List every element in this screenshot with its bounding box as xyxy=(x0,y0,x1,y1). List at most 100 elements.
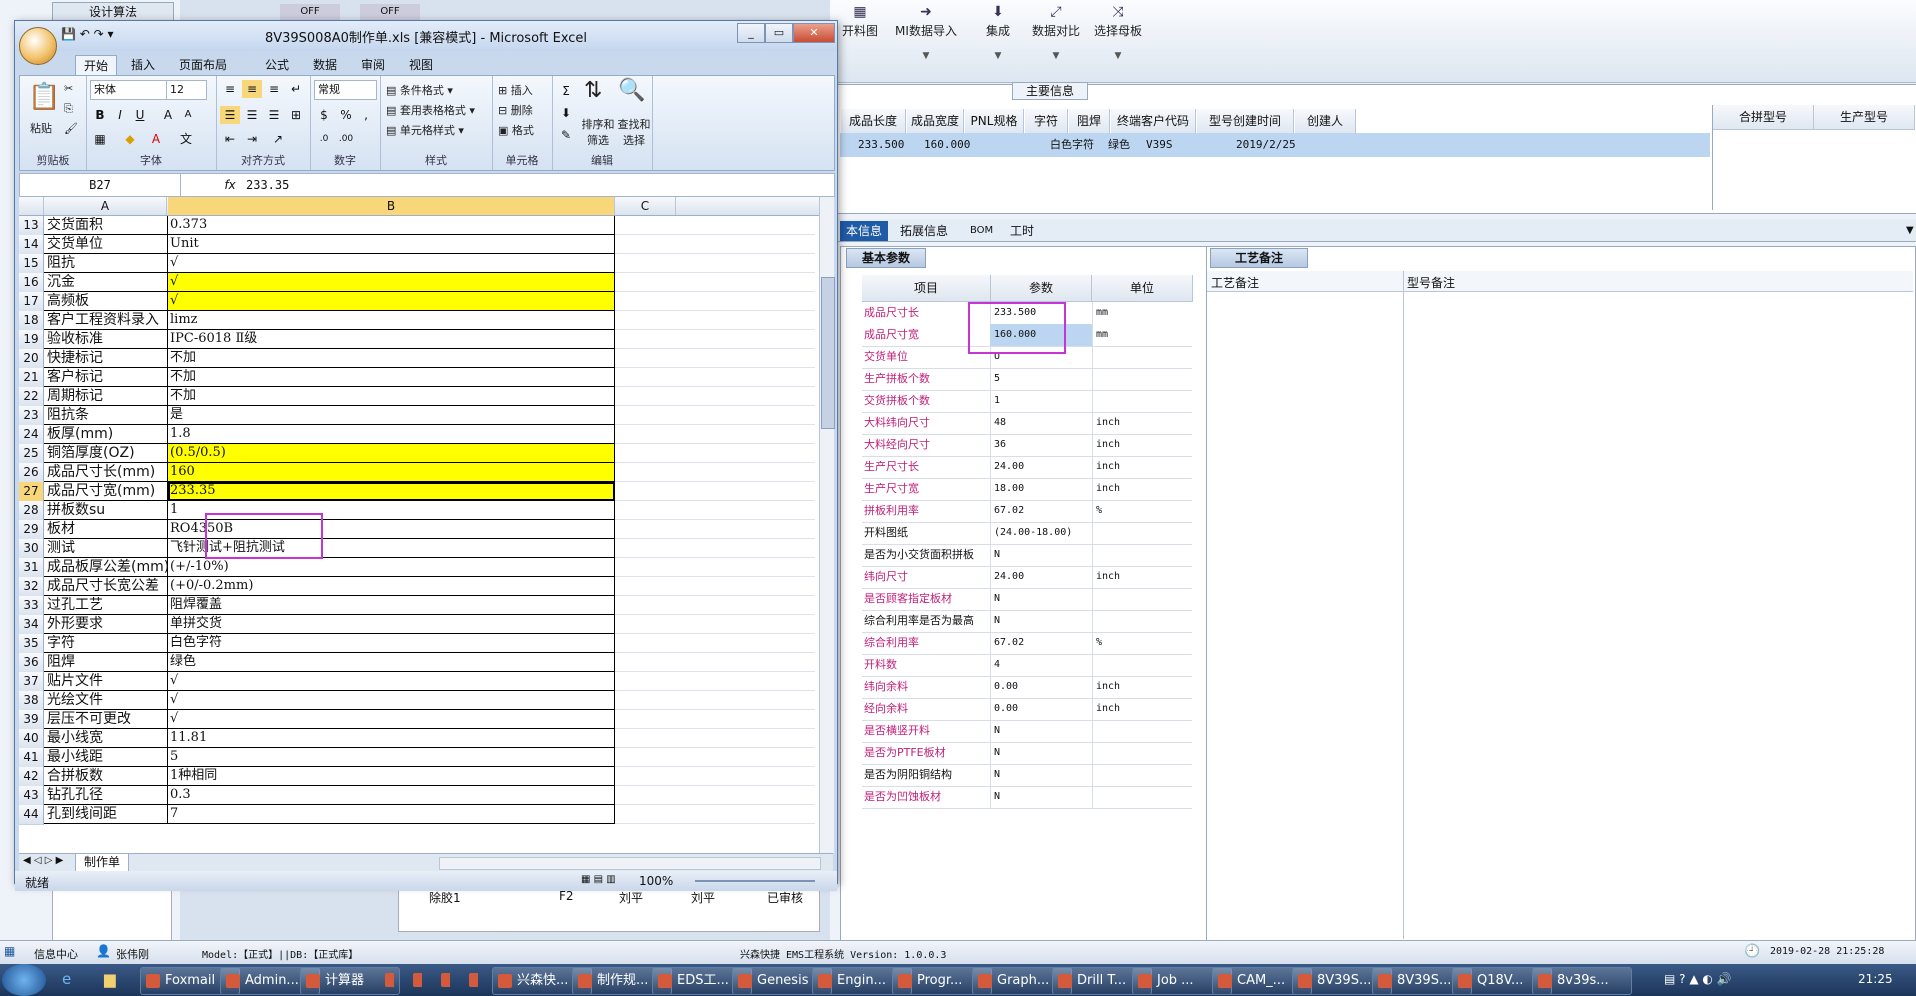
cell-c[interactable] xyxy=(615,482,815,501)
row-number[interactable]: 31 xyxy=(19,558,44,578)
sheet-row[interactable]: 30 测试 飞针测试+阻抗测试 xyxy=(19,539,819,559)
decrease-decimal-icon[interactable]: .00 xyxy=(336,130,356,148)
cell-a[interactable]: 成品尺寸长(mm) xyxy=(44,463,168,482)
param-value[interactable]: 18.00 xyxy=(990,478,1093,500)
param-value[interactable]: 5 xyxy=(990,368,1093,390)
sheet-row[interactable]: 38 光绘文件 √ xyxy=(19,691,819,711)
fx-icon[interactable]: fx xyxy=(220,174,240,196)
cell-a[interactable]: 交货面积 xyxy=(44,216,168,235)
font-color-icon[interactable]: A xyxy=(146,130,166,148)
param-row[interactable]: 生产尺寸宽 18.00 inch xyxy=(862,478,1192,501)
col-header[interactable]: PNL规格 xyxy=(965,109,1024,134)
sheet-row[interactable]: 29 板材 RO4350B xyxy=(19,520,819,540)
row-number[interactable]: 15 xyxy=(19,254,44,274)
ribbon-tab[interactable]: 页面布局 xyxy=(171,55,235,75)
cell-b[interactable]: IPC-6018 Ⅱ级 xyxy=(168,330,615,349)
cell-a[interactable]: 阻抗 xyxy=(44,254,168,273)
close-icon[interactable]: ✕ xyxy=(793,23,835,43)
param-row[interactable]: 大料经向尺寸 36 inch xyxy=(862,434,1192,457)
param-value[interactable]: N xyxy=(990,786,1093,808)
param-value[interactable]: N xyxy=(990,764,1093,786)
cell-a[interactable]: 成品尺寸宽(mm) xyxy=(44,482,168,501)
row-number[interactable]: 38 xyxy=(19,691,44,711)
cell-b[interactable]: 233.35 xyxy=(168,482,615,501)
merge-icon[interactable]: ⊞ xyxy=(286,106,306,124)
cell-b[interactable]: 5 xyxy=(168,748,615,767)
tab-bom[interactable]: BOM xyxy=(964,221,999,241)
row-number[interactable]: 39 xyxy=(19,710,44,730)
cell-b[interactable]: 11.81 xyxy=(168,729,615,748)
cell-b[interactable]: 不加 xyxy=(168,368,615,387)
cell-c[interactable] xyxy=(615,558,815,577)
formula-input[interactable]: 233.35 xyxy=(246,174,746,196)
param-row[interactable]: 纬向尺寸 24.00 inch xyxy=(862,566,1192,589)
col-header[interactable]: 阻焊 xyxy=(1069,109,1110,134)
cell-b[interactable]: √ xyxy=(168,292,615,311)
table-format-button[interactable]: ▤ 套用表格格式 ▾ xyxy=(386,102,475,118)
param-row[interactable]: 交货拼板个数 1 xyxy=(862,390,1192,413)
orientation-icon[interactable]: ↗ xyxy=(268,130,288,148)
insert-cell-button[interactable]: ⊞ 插入 xyxy=(498,82,533,98)
taskbar-item[interactable]: 8v39s... xyxy=(1532,967,1632,995)
cell-b[interactable]: √ xyxy=(168,254,615,273)
cell-a[interactable]: 测试 xyxy=(44,539,168,558)
cell-c[interactable] xyxy=(615,596,815,615)
row-number[interactable]: 13 xyxy=(19,216,44,236)
cell-style-button[interactable]: ▤ 单元格样式 ▾ xyxy=(386,122,464,138)
cell-b[interactable]: 是 xyxy=(168,406,615,425)
cell-b[interactable]: √ xyxy=(168,691,615,710)
underline-icon[interactable]: U xyxy=(130,106,150,124)
vertical-scrollbar[interactable] xyxy=(819,197,835,853)
basic-params-title[interactable]: 基本参数 xyxy=(846,248,926,268)
delete-cell-button[interactable]: ⊟ 删除 xyxy=(498,102,533,118)
name-box[interactable]: B27 xyxy=(20,174,181,196)
cell-b[interactable]: limz xyxy=(168,311,615,330)
cell-b[interactable]: 单拼交货 xyxy=(168,615,615,634)
cell-a[interactable]: 层压不可更改 xyxy=(44,710,168,729)
param-value[interactable]: 48 xyxy=(990,412,1093,434)
cell-a[interactable]: 阻焊 xyxy=(44,653,168,672)
chevron-down-icon[interactable]: ▼ xyxy=(1900,221,1916,241)
col-header[interactable]: 成品宽度 xyxy=(907,109,964,134)
param-row[interactable]: 是否为凹蚀板材 N xyxy=(862,786,1192,809)
cell-c[interactable] xyxy=(615,691,815,710)
param-value[interactable]: 24.00 xyxy=(990,456,1093,478)
cell-a[interactable]: 交货单位 xyxy=(44,235,168,254)
param-value[interactable]: 4 xyxy=(990,654,1093,676)
sheet-row[interactable]: 27 成品尺寸宽(mm) 233.35 xyxy=(19,482,819,502)
sheet-row[interactable]: 23 阻抗条是 xyxy=(19,406,819,426)
cell-a[interactable]: 高频板 xyxy=(44,292,168,311)
cell-c[interactable] xyxy=(615,216,815,235)
worksheet-grid[interactable]: A B C 13 交货面积 0.373 14 交货单位 Unit 15 阻抗 √ 16 沉金 √ 17 高… xyxy=(19,197,819,853)
cell-a[interactable]: 周期标记 xyxy=(44,387,168,406)
param-value[interactable]: 0.00 xyxy=(990,698,1093,720)
conditional-format-button[interactable]: ▤ 条件格式 ▾ xyxy=(386,82,453,98)
cell-a[interactable]: 成品尺寸长宽公差 xyxy=(44,577,168,596)
ribbon-tab[interactable]: 数据 xyxy=(305,55,345,75)
cell-a[interactable]: 成品板厚公差(mm) xyxy=(44,558,168,577)
sheet-row[interactable]: 34 外形要求 单拼交货 xyxy=(19,615,819,635)
cell-a[interactable]: 沉金 xyxy=(44,273,168,292)
sheet-row[interactable]: 36 阻焊 绿色 xyxy=(19,653,819,673)
cell-b[interactable]: 阻焊覆盖 xyxy=(168,596,615,615)
toolbar-integrate-button[interactable]: ⬇ 集成 ▼ xyxy=(968,4,1028,61)
cell-b[interactable]: (+/-10%) xyxy=(168,558,615,577)
sheet-row[interactable]: 17 高频板 √ xyxy=(19,292,819,312)
copy-icon[interactable]: ⎘ xyxy=(64,102,73,116)
col-header[interactable]: 字符 xyxy=(1025,109,1068,134)
taskbar-item[interactable] xyxy=(408,967,422,993)
align-middle-icon[interactable]: ≡ xyxy=(242,80,262,98)
paste-icon[interactable]: 📋 xyxy=(28,82,60,112)
row-number[interactable]: 18 xyxy=(19,311,44,331)
col-header[interactable]: 单位 xyxy=(1092,275,1193,302)
param-row[interactable]: 大料纬向尺寸 48 inch xyxy=(862,412,1192,435)
remark-title[interactable]: 工艺备注 xyxy=(1210,248,1308,268)
col-header[interactable]: 参数 xyxy=(991,275,1092,302)
param-row[interactable]: 是否横竖开料 N xyxy=(862,720,1192,743)
sheet-row[interactable]: 33 过孔工艺 阻焊覆盖 xyxy=(19,596,819,616)
off-toggle-2[interactable]: OFF xyxy=(360,4,420,20)
ribbon-tab[interactable]: 审阅 xyxy=(353,55,393,75)
horizontal-scrollbar[interactable] xyxy=(439,857,821,870)
align-bottom-icon[interactable]: ≡ xyxy=(264,80,284,98)
find-select-icon[interactable]: 🔍 xyxy=(618,78,645,103)
